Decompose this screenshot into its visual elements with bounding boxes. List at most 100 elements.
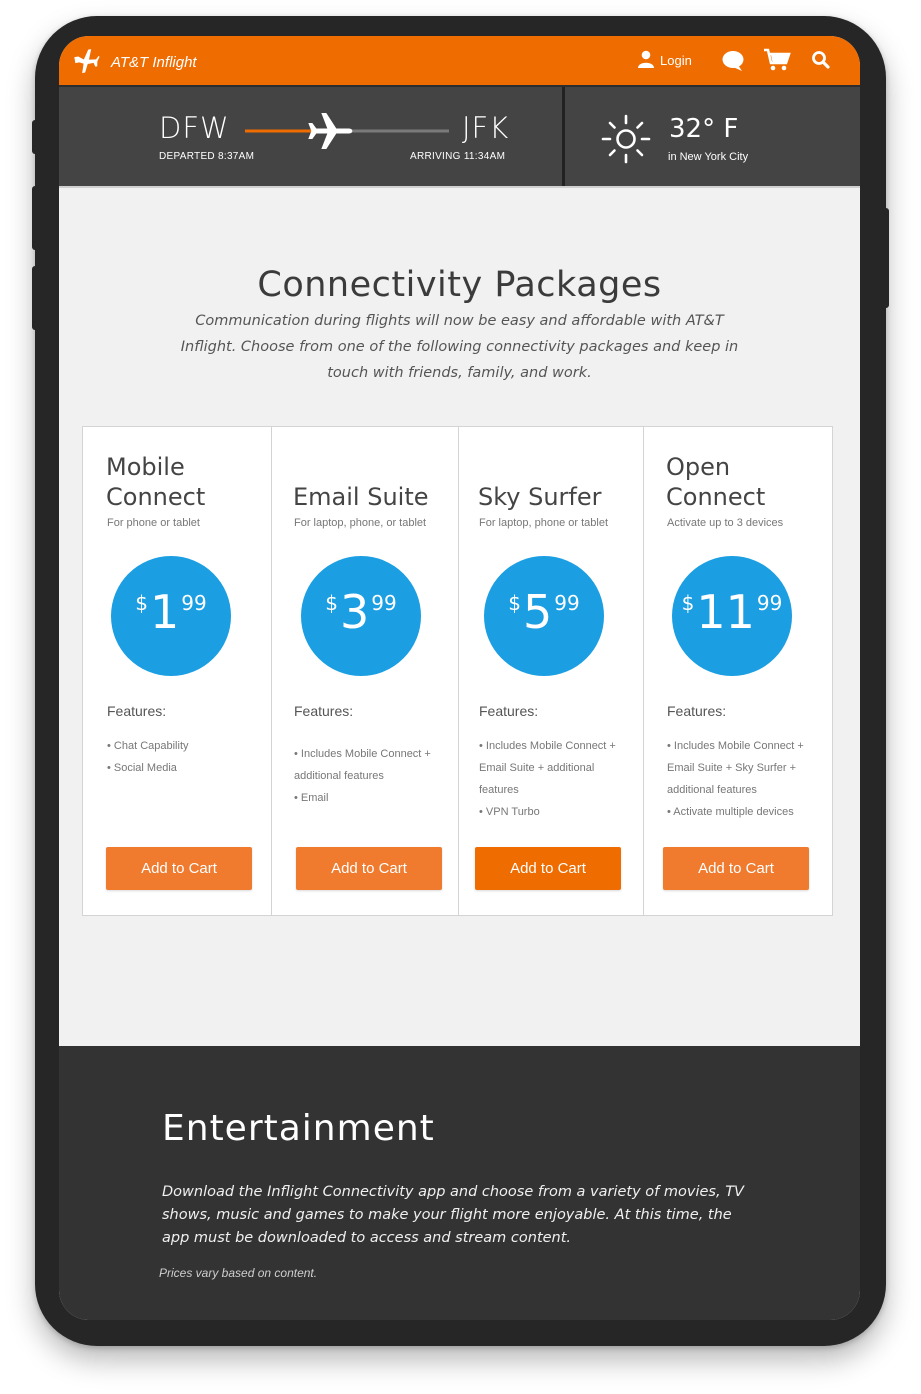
package-tagline: For laptop, phone or tablet xyxy=(479,517,609,529)
login-label: Login xyxy=(660,53,692,68)
price-currency: $ xyxy=(508,591,521,615)
price-dollars: 5 xyxy=(523,585,553,639)
features-list: • Includes Mobile Connect + Email Suite … xyxy=(667,735,804,823)
package-name: Email Suite xyxy=(293,482,429,512)
airplane-icon xyxy=(308,113,353,149)
feature-item: Email Suite + additional xyxy=(479,762,595,774)
price: $1 99 xyxy=(111,586,231,638)
top-bar: AT&T Inflight Login xyxy=(59,36,860,85)
package-name-line: Connect xyxy=(106,483,206,511)
add-to-cart-button[interactable]: Add to Cart xyxy=(475,847,621,890)
card-divider xyxy=(458,427,459,915)
price-badge: $5 99 xyxy=(484,556,604,676)
features-heading: Features: xyxy=(667,703,727,719)
temperature: 32° F xyxy=(669,114,739,144)
package-card-email-suite: Email Suite For laptop, phone, or tablet… xyxy=(293,427,453,915)
features-heading: Features: xyxy=(107,703,167,719)
add-to-cart-button[interactable]: Add to Cart xyxy=(106,847,252,890)
package-name: Open Connect xyxy=(666,452,765,512)
package-card-mobile-connect: Mobile Connect For phone or tablet $1 99 … xyxy=(106,427,256,915)
price-badge: $3 99 xyxy=(301,556,421,676)
entertainment-note: Prices vary based on content. xyxy=(159,1266,318,1280)
price-currency: $ xyxy=(135,591,148,615)
package-tagline: For laptop, phone, or tablet xyxy=(294,517,427,529)
weather-city: in New York City xyxy=(668,151,749,163)
package-name: Mobile Connect xyxy=(106,452,205,512)
feature-item: • Activate multiple devices xyxy=(667,806,794,818)
package-name-line: Sky Surfer xyxy=(478,483,602,511)
price-currency: $ xyxy=(325,591,338,615)
features-list: • Includes Mobile Connect + Email Suite … xyxy=(479,735,616,823)
card-divider xyxy=(643,427,644,915)
features-list: • Chat Capability • Social Media xyxy=(107,735,189,779)
tablet-side-button xyxy=(32,120,38,154)
price-badge: $11 99 xyxy=(672,556,792,676)
feature-item: additional features xyxy=(294,770,384,782)
destination-code: JFK xyxy=(462,111,510,145)
price-dollars: 1 xyxy=(150,585,180,639)
flight-progress-track xyxy=(245,113,449,149)
package-name-line: Open xyxy=(666,453,731,481)
package-card-open-connect: Open Connect Activate up to 3 devices $1… xyxy=(663,427,826,915)
tablet-side-button xyxy=(883,208,889,308)
price: $3 99 xyxy=(301,586,421,638)
price-dollars: 11 xyxy=(696,585,755,639)
features-heading: Features: xyxy=(294,703,354,719)
price: $5 99 xyxy=(484,586,604,638)
card-divider xyxy=(271,427,272,915)
features-list: • Includes Mobile Connect + additional f… xyxy=(294,743,431,809)
airplane-icon xyxy=(73,47,101,77)
origin-code: DFW xyxy=(159,111,230,145)
packages-description: Communication during flights will now be… xyxy=(180,313,739,381)
feature-item: Email Suite + Sky Surfer + xyxy=(667,762,796,774)
login-button[interactable]: Login xyxy=(637,50,692,71)
person-icon xyxy=(637,50,655,71)
feature-item: • Social Media xyxy=(107,762,177,774)
flight-bar-divider xyxy=(562,87,565,188)
brand-name: AT&T Inflight xyxy=(111,53,197,71)
entertainment-section: Entertainment Download the Inflight Conn… xyxy=(59,1046,860,1320)
price-dollars: 3 xyxy=(340,585,370,639)
feature-item: additional features xyxy=(667,784,757,796)
feature-item: • Includes Mobile Connect + xyxy=(294,748,431,760)
package-name: Sky Surfer xyxy=(478,482,602,512)
package-tagline: Activate up to 3 devices xyxy=(667,517,784,529)
add-to-cart-button[interactable]: Add to Cart xyxy=(663,847,809,890)
arriving-time: ARRIVING 11:34AM xyxy=(410,151,506,162)
package-name-line: Mobile xyxy=(106,453,185,481)
packages-title: Connectivity Packages xyxy=(257,265,662,306)
price: $11 99 xyxy=(672,586,792,638)
cart-icon[interactable] xyxy=(763,48,791,76)
feature-item: • Includes Mobile Connect + xyxy=(667,740,804,752)
price-badge: $1 99 xyxy=(111,556,231,676)
package-name-line: Connect xyxy=(666,483,766,511)
screen: AT&T Inflight Login DFW DEPARTED 8:37AM … xyxy=(59,36,860,1320)
sun-icon xyxy=(600,113,652,169)
price-currency: $ xyxy=(681,591,695,615)
packages-grid: Mobile Connect For phone or tablet $1 99 … xyxy=(82,426,833,916)
feature-item: • Includes Mobile Connect + xyxy=(479,740,616,752)
price-cents: 99 xyxy=(181,591,207,615)
entertainment-description: Download the Inflight Connectivity app a… xyxy=(162,1184,744,1246)
price-cents: 99 xyxy=(371,591,397,615)
chat-icon[interactable] xyxy=(721,50,745,76)
package-name-line: Email Suite xyxy=(293,483,429,511)
feature-item: • Chat Capability xyxy=(107,740,189,752)
tablet-side-button xyxy=(32,266,38,330)
flight-status-bar: DFW DEPARTED 8:37AM JFK ARRIVING 11:34AM xyxy=(59,85,860,188)
price-cents: 99 xyxy=(554,591,580,615)
package-card-sky-surfer: Sky Surfer For laptop, phone or tablet $… xyxy=(475,427,638,915)
entertainment-title: Entertainment xyxy=(162,1108,435,1149)
feature-item: features xyxy=(479,784,519,796)
price-cents: 99 xyxy=(756,591,783,615)
package-tagline: For phone or tablet xyxy=(107,517,200,529)
brand-logo[interactable]: AT&T Inflight xyxy=(73,47,197,77)
add-to-cart-button[interactable]: Add to Cart xyxy=(296,847,442,890)
feature-item: • VPN Turbo xyxy=(479,806,540,818)
search-icon[interactable] xyxy=(811,50,831,74)
header-divider xyxy=(59,186,860,188)
departed-time: DEPARTED 8:37AM xyxy=(159,151,255,162)
tablet-side-button xyxy=(32,186,38,250)
feature-item: • Email xyxy=(294,792,329,804)
features-heading: Features: xyxy=(479,703,539,719)
